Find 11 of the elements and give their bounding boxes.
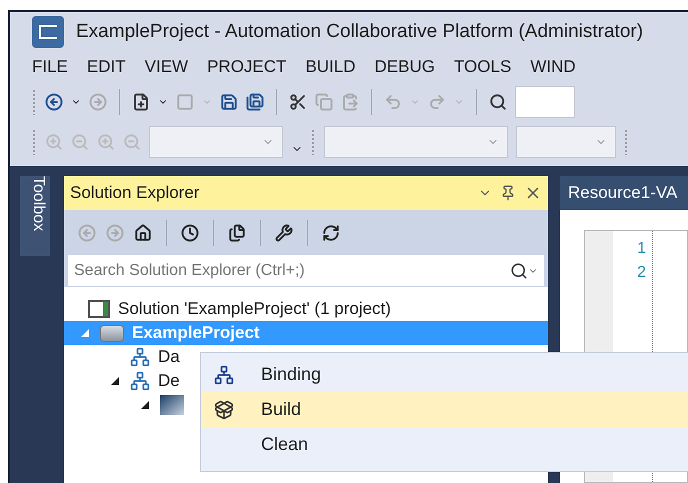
tree-item-label: ExampleProject (132, 322, 260, 344)
menu-item-label: Clean (260, 433, 308, 456)
menu-item-label: Build (260, 398, 302, 421)
tree-item-label: Solution 'ExampleProject' (1 project) (118, 298, 391, 320)
menu-item-label: Binding (260, 363, 322, 386)
window-title: ExampleProject - Automation Collaborative Platform (Administrator) (76, 20, 644, 44)
tree-item-label: De (158, 370, 180, 392)
line-number: 2 (637, 263, 646, 283)
tree-item-label: Da (158, 346, 180, 368)
line-number: 1 (637, 239, 646, 259)
panel-title: Solution Explorer (70, 182, 200, 204)
